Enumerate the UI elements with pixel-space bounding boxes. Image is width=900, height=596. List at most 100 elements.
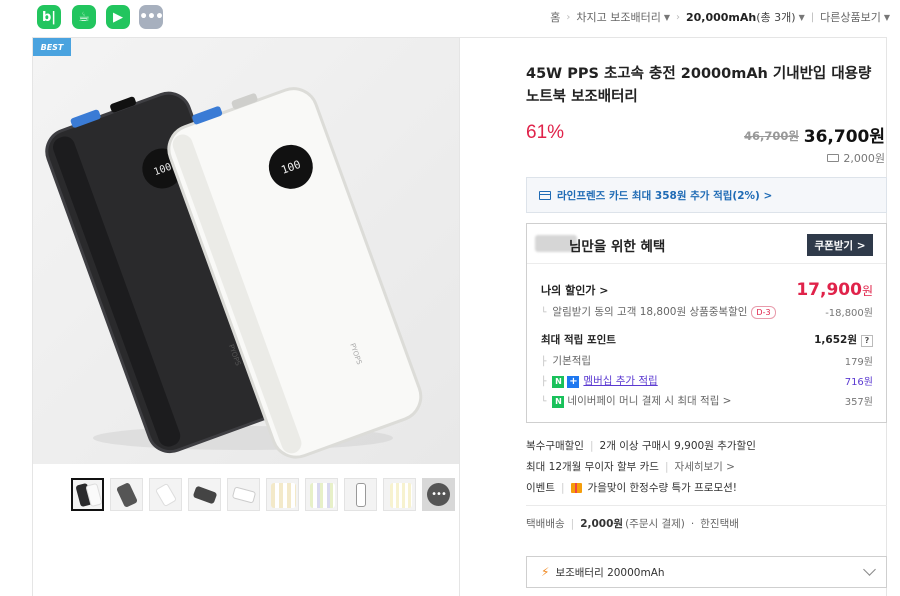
option-selected-label: 보조배터리 20000mAh — [555, 566, 665, 579]
chevron-down-icon — [863, 563, 876, 576]
my-discount-value: 17,900원 — [796, 280, 873, 300]
breadcrumb-category[interactable]: 차지고 보조배터리 — [576, 9, 660, 25]
tree-branch-icon: └ — [541, 397, 547, 407]
card-benefit-banner[interactable]: 라인프렌즈 카드 최대 358원 추가 적립(2%) > — [526, 177, 887, 213]
more-thumbnails-button[interactable]: ••• — [422, 478, 455, 511]
divider: | — [810, 11, 815, 23]
tree-branch-icon: ├ — [541, 357, 547, 367]
thumbnail[interactable] — [188, 478, 221, 511]
tree-branch-icon: └ — [541, 308, 547, 318]
more-apps-icon[interactable]: ••• — [139, 5, 164, 29]
breadcrumb-current-count: (총 3개) — [756, 11, 796, 24]
product-photo[interactable]: 100 PYOPS 100 PYOPS BEST — [33, 38, 459, 464]
cafe-icon[interactable]: ☕ — [72, 5, 96, 29]
truck-icon — [827, 154, 840, 162]
other-products-link[interactable]: 다른상품보기 — [820, 9, 881, 25]
thumbnail[interactable] — [227, 478, 260, 511]
basic-points-value: 179원 — [844, 357, 873, 368]
installment-label: 최대 12개월 무이자 할부 카드 — [526, 461, 659, 473]
bullet: · — [690, 517, 695, 530]
tree-branch-icon: ├ — [541, 377, 547, 387]
coupon-button[interactable]: 쿠폰받기 > — [807, 234, 873, 256]
thumbnail-strip: ••• — [71, 478, 455, 511]
product-title: 45W PPS 초고속 충전 20000mAh 기내반입 대용량 노트북 보조배… — [526, 66, 872, 105]
lightning-icon: ⚡ — [541, 565, 550, 579]
plus-icon: + — [567, 376, 580, 388]
top-bar: b| ☕ ▶ ••• 홈 › 차지고 보조배터리 ▼ › 20,000mAh(총… — [0, 0, 900, 34]
naver-n-icon: N — [552, 376, 565, 388]
power-bank-image: 100 PYOPS 100 PYOPS — [33, 38, 459, 464]
breadcrumb-current-label: 20,000mAh — [685, 11, 757, 24]
event-row: 이벤트 | 가을맞이 한정수량 특가 프로모션! — [526, 480, 737, 495]
basic-points-label: 기본적립 — [552, 355, 592, 367]
breadcrumb: 홈 › 차지고 보조배터리 ▼ › 20,000mAh(총 3개) ▼ | 다른… — [550, 0, 890, 34]
npay-points-row: └ N 네이버페이 머니 결제 시 최대 적립 > 357원 — [541, 393, 873, 408]
thumbnail[interactable] — [71, 478, 104, 511]
gift-icon — [570, 482, 582, 493]
delivery-fee: 2,000원 — [580, 518, 624, 530]
sale-price: 36,700원 — [803, 127, 885, 147]
delivery-row: 택배배송 | 2,000원 (주문시 결제) · 한진택배 — [526, 516, 739, 531]
help-icon[interactable]: ? — [861, 335, 873, 347]
benefit-title: 님만을 위한 혜택 — [569, 239, 666, 255]
personal-benefit-box: 님만을 위한 혜택 쿠폰받기 > 나의 할인가 > 17,900원 └ 알림받기 … — [526, 223, 887, 423]
delivery-carrier: 한진택배 — [700, 518, 739, 530]
npay-points-link[interactable]: 네이버페이 머니 결제 시 최대 적립 > — [567, 395, 731, 407]
my-discount-label[interactable]: 나의 할인가 > — [541, 282, 608, 298]
shipping-fee: 2,000원 — [827, 150, 885, 166]
delivery-note: (주문시 결제) — [625, 518, 685, 530]
membership-points-value: 716원 — [844, 377, 873, 388]
thumbnail[interactable] — [383, 478, 416, 511]
my-discount-unit: 원 — [861, 284, 873, 298]
alarm-discount-row: └ 알림받기 동의 고객 18,800원 상품중복할인 D-3 -18,800원 — [541, 304, 873, 319]
divider: | — [589, 439, 594, 452]
event-label: 이벤트 — [526, 482, 555, 494]
caret-down-icon[interactable]: ▼ — [799, 13, 805, 22]
alarm-discount-label: 알림받기 동의 고객 18,800원 상품중복할인 — [552, 306, 748, 318]
original-price: 46,700원 — [744, 129, 799, 143]
option-select[interactable]: ⚡ 보조배터리 20000mAh — [526, 556, 887, 588]
max-points-value: 1,652원 — [814, 334, 857, 346]
breadcrumb-home[interactable]: 홈 — [550, 9, 560, 25]
installment-detail-link[interactable]: 자세히보기 > — [675, 459, 735, 474]
basic-points-row: ├ 기본적립 179원 — [541, 353, 873, 368]
membership-points-row: ├ N + 멤버십 추가 적립 716원 — [541, 373, 873, 388]
thumbnail[interactable] — [305, 478, 338, 511]
best-badge: BEST — [33, 38, 71, 56]
divider-line — [526, 505, 887, 506]
npay-points-value: 357원 — [844, 397, 873, 408]
delivery-label: 택배배송 — [526, 518, 565, 530]
naver-pay-icon: N — [552, 396, 565, 408]
multi-buy-row: 복수구매할인 | 2개 이상 구매시 9,900원 추가할인 — [526, 438, 756, 453]
max-points-label: 최대 적립 포인트 — [541, 334, 616, 346]
thumbnail[interactable] — [266, 478, 299, 511]
thumbnail[interactable] — [149, 478, 182, 511]
breadcrumb-current[interactable]: 20,000mAh(총 3개) — [686, 9, 796, 25]
benefit-header: 님만을 위한 혜택 쿠폰받기 > — [527, 224, 886, 264]
caret-down-icon[interactable]: ▼ — [664, 13, 670, 22]
product-frame: 100 PYOPS 100 PYOPS BEST ••• 45W PPS 초고속… — [32, 37, 887, 596]
max-points-row: 최대 적립 포인트 1,652원? — [541, 332, 873, 347]
more-icon: ••• — [427, 483, 450, 506]
thumbnail[interactable] — [344, 478, 377, 511]
blog-icon[interactable]: b| — [37, 5, 61, 29]
divider: | — [664, 460, 669, 473]
bookmark-icon[interactable]: ▶ — [106, 5, 130, 29]
gallery: 100 PYOPS 100 PYOPS BEST ••• — [33, 38, 460, 596]
divider: | — [560, 481, 565, 494]
event-value[interactable]: 가을맞이 한정수량 특가 프로모션! — [588, 480, 737, 495]
product-info: 45W PPS 초고속 충전 20000mAh 기내반입 대용량 노트북 보조배… — [493, 38, 888, 596]
my-discount-amount: 17,900 — [796, 280, 862, 300]
chevron-right-icon: › — [675, 11, 680, 23]
installment-row: 최대 12개월 무이자 할부 카드 | 자세히보기 > — [526, 459, 735, 474]
caret-down-icon[interactable]: ▼ — [884, 13, 890, 22]
dday-badge: D-3 — [751, 306, 776, 319]
discount-rate: 61% — [526, 122, 565, 143]
shipping-fee-value: 2,000원 — [843, 152, 885, 165]
card-benefit-text: 라인프렌즈 카드 최대 358원 추가 적립(2%) > — [557, 189, 773, 202]
credit-card-icon — [539, 190, 551, 200]
multi-buy-label: 복수구매할인 — [526, 440, 584, 452]
multi-buy-value: 2개 이상 구매시 9,900원 추가할인 — [599, 440, 756, 452]
membership-link[interactable]: 멤버십 추가 적립 — [583, 375, 657, 387]
thumbnail[interactable] — [110, 478, 143, 511]
